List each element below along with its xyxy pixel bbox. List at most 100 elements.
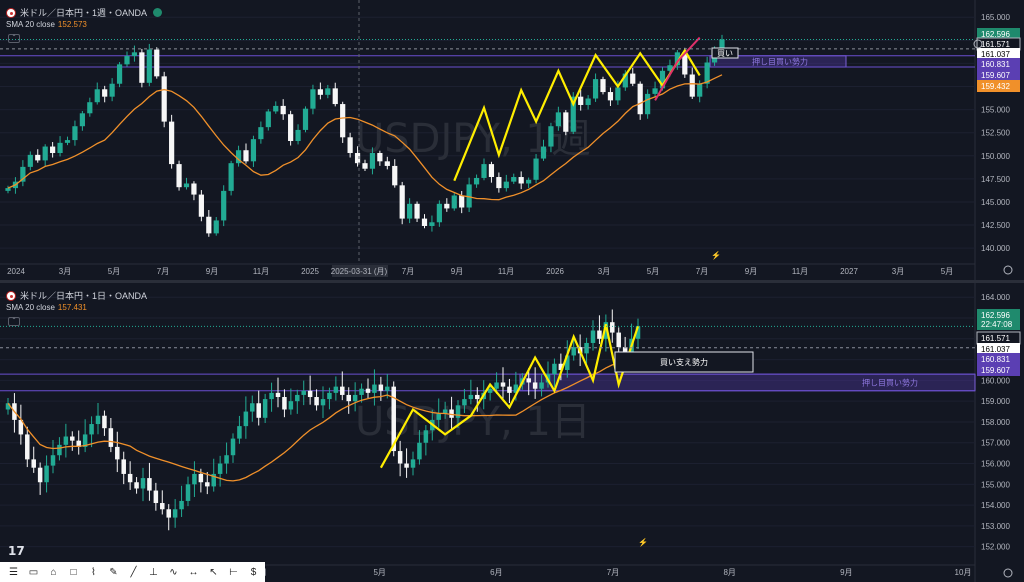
- note-tool-icon[interactable]: ⌂: [44, 564, 63, 580]
- candle-body: [307, 390, 313, 398]
- candle-body: [518, 177, 524, 184]
- text-tool-icon[interactable]: ▭: [24, 564, 43, 580]
- candle-body: [392, 165, 398, 186]
- candle-body: [590, 330, 596, 343]
- price-tag-label: 159.607: [981, 71, 1010, 80]
- x-tick-label: 2027: [840, 267, 858, 276]
- candle-body: [532, 382, 538, 389]
- candle-body: [124, 56, 130, 65]
- candle-body: [377, 153, 383, 162]
- candle-body: [362, 163, 368, 169]
- candle-body: [213, 220, 219, 234]
- candle-body: [115, 446, 120, 460]
- collapse-legend-icon[interactable]: ⌃: [8, 34, 20, 43]
- candle-body: [280, 105, 286, 115]
- candle-body: [269, 392, 274, 400]
- candle-body: [462, 399, 467, 406]
- candle-body: [317, 89, 323, 95]
- collapse-legend-icon[interactable]: ⌃: [8, 317, 20, 326]
- x-tick-label: 7月: [696, 267, 708, 276]
- rectangle-tool-icon[interactable]: □: [64, 564, 83, 580]
- sma-value: 157.431: [57, 303, 87, 312]
- daily-chart[interactable]: 164.000163.000162.000161.000160.000159.0…: [0, 283, 1024, 582]
- candle-body: [652, 88, 658, 94]
- tradingview-logo: 17: [8, 544, 25, 558]
- price-tag-label: 161.571: [981, 334, 1010, 343]
- candle-body: [488, 164, 495, 178]
- candle-body: [404, 463, 409, 468]
- sma-value: 152.573: [57, 20, 87, 29]
- candle-body: [139, 52, 145, 83]
- y-tick-label: 156.000: [981, 460, 1010, 469]
- sma-label: SMA 20 close: [6, 20, 55, 29]
- candle-body: [275, 392, 281, 398]
- y-tick-label: 159.000: [981, 397, 1010, 406]
- cursor-tool-icon[interactable]: ↖: [204, 564, 223, 580]
- candle-body: [121, 459, 126, 474]
- candle-body: [237, 426, 242, 439]
- pattern-tool-icon[interactable]: ∿: [164, 564, 183, 580]
- candle-body: [468, 394, 474, 400]
- candle-body: [310, 89, 316, 109]
- candle-body: [243, 411, 249, 427]
- candle-body: [295, 129, 301, 142]
- candle-body: [615, 87, 621, 101]
- path-tool-icon[interactable]: ⌇: [84, 564, 103, 580]
- price-tag-label: 159.432: [981, 82, 1010, 91]
- x-tick-label: 3月: [892, 267, 904, 276]
- measure-tool-icon[interactable]: ↔: [184, 564, 203, 580]
- candle-body: [548, 126, 554, 147]
- trendline-tool-icon[interactable]: ╱: [124, 564, 143, 580]
- candle-body: [179, 500, 184, 510]
- candle-body: [526, 179, 532, 184]
- y-tick-label: 160.000: [981, 376, 1010, 385]
- candle-body: [79, 113, 85, 127]
- position-tool-icon[interactable]: ⊥: [144, 564, 163, 580]
- y-tick-label: 155.000: [981, 106, 1010, 115]
- weekly-chart-pane[interactable]: 165.000162.500160.000157.500155.000152.5…: [0, 0, 1024, 280]
- support-label: 買い支え勢力: [660, 357, 708, 367]
- candle-body: [172, 509, 178, 518]
- candle-body: [102, 89, 108, 97]
- y-tick-label: 150.000: [981, 152, 1010, 161]
- price-tag-label: 160.831: [981, 60, 1010, 69]
- candle-body: [87, 102, 93, 114]
- projection-tool-icon[interactable]: ⊢: [224, 564, 243, 580]
- candle-body: [265, 111, 271, 128]
- candle-body: [183, 183, 190, 188]
- candle-body: [552, 363, 557, 375]
- candle-body: [228, 163, 234, 191]
- candle-body: [5, 188, 11, 191]
- candle-body: [206, 216, 212, 234]
- candle-body: [359, 388, 364, 395]
- price-range-tool-icon[interactable]: $: [244, 564, 263, 580]
- candle-body: [578, 96, 584, 105]
- candle-body: [600, 79, 606, 93]
- x-tick-label: 7月: [157, 267, 169, 276]
- weekly-sma-legend[interactable]: SMA 20 close 152.573: [6, 20, 87, 29]
- candle-body: [444, 203, 450, 209]
- candle-body: [585, 98, 591, 105]
- candle-body: [697, 83, 703, 97]
- candle-body: [451, 195, 457, 209]
- brush-tool-icon[interactable]: ✎: [104, 564, 123, 580]
- candle-body: [192, 473, 197, 485]
- candle-body: [102, 415, 107, 429]
- indicator-icon[interactable]: ☰: [4, 564, 23, 580]
- candle-body: [347, 137, 353, 154]
- sma-label: SMA 20 close: [6, 303, 55, 312]
- daily-sma-legend[interactable]: SMA 20 close 157.431: [6, 303, 87, 312]
- daily-chart-pane[interactable]: 164.000163.000162.000161.000160.000159.0…: [0, 283, 1024, 582]
- weekly-chart[interactable]: 165.000162.500160.000157.500155.000152.5…: [0, 0, 1024, 280]
- candle-body: [250, 403, 255, 412]
- price-tag-label: 161.037: [981, 345, 1010, 354]
- candle-body: [230, 438, 236, 456]
- candle-body: [637, 83, 643, 115]
- candle-body: [378, 384, 384, 391]
- x-tick-label: 5月: [108, 267, 120, 276]
- candle-body: [369, 153, 376, 169]
- price-tag-label: 161.037: [981, 50, 1010, 59]
- candle-body: [597, 330, 602, 339]
- x-tick-label: 3月: [59, 267, 71, 276]
- x-tick-label: 3月: [598, 267, 610, 276]
